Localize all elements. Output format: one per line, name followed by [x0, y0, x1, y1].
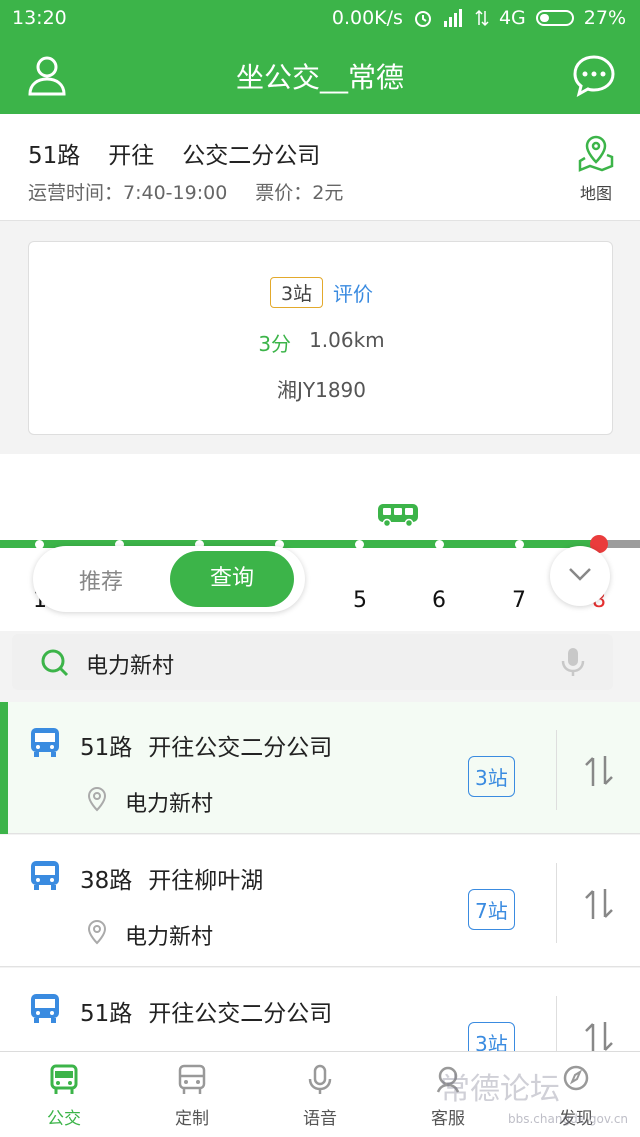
- bus-card-row1: 3站 评价: [29, 277, 614, 308]
- search-icon: [41, 649, 69, 677]
- stops-count-badge: 3站: [468, 756, 515, 797]
- app-bar: 坐公交__常德: [0, 36, 640, 114]
- swap-direction-icon[interactable]: [583, 1020, 615, 1054]
- location-pin-icon: [87, 786, 107, 812]
- list-item[interactable]: 51路 开往公交二分公司 电力新村 3站: [0, 702, 640, 834]
- collapse-button[interactable]: [550, 546, 610, 606]
- bus-card: 3站 评价 3分 1.06km 湘JY1890: [28, 241, 613, 435]
- compass-icon: [563, 1065, 589, 1091]
- nav-label: 定制: [175, 1109, 209, 1129]
- nav-label: 公交: [47, 1109, 81, 1129]
- map-button[interactable]: 地图: [572, 134, 620, 204]
- route-number: 38路: [80, 868, 133, 894]
- page-title: 坐公交__常德: [235, 61, 404, 94]
- eta: 3分: [258, 332, 292, 356]
- rate-link[interactable]: 评价: [333, 278, 373, 307]
- alarm-icon: [414, 11, 431, 27]
- coach-icon: [178, 1064, 206, 1094]
- distance: 1.06km: [309, 328, 385, 352]
- watermark-logo: 常德论坛: [440, 1072, 560, 1107]
- line-meta-row: 运营时间：7:40-19:00 票价：2元: [28, 178, 343, 205]
- route-number: 51路: [80, 735, 133, 761]
- station-number[interactable]: 6: [424, 588, 454, 613]
- search-input[interactable]: 电力新村: [86, 648, 174, 680]
- bus-icon: [31, 861, 59, 890]
- bus-icon: [31, 994, 59, 1023]
- station-dot: [435, 540, 444, 549]
- swap-direction-icon[interactable]: [583, 887, 615, 921]
- stops-away-badge: 3站: [269, 277, 324, 308]
- message-icon[interactable]: [572, 54, 616, 98]
- route-direction: 开往公交二分公司: [148, 735, 333, 761]
- map-label: 地图: [579, 184, 612, 203]
- stop-name: 电力新村: [125, 925, 214, 950]
- station-dot: [35, 540, 44, 549]
- network-type: 4G: [498, 7, 526, 29]
- station-number[interactable]: 7: [504, 588, 534, 613]
- status-right: 0.00K/s 4G 27%: [332, 7, 626, 29]
- divider: [556, 730, 557, 810]
- route-name: 51路 开往公交二分公司: [80, 994, 332, 1028]
- route-number: 51路: [80, 1001, 133, 1027]
- microphone-icon[interactable]: [560, 646, 586, 678]
- battery-icon: [535, 10, 574, 26]
- selected-indicator: [0, 702, 8, 834]
- mode-toggle: 推荐 查询: [33, 546, 305, 612]
- search-bar[interactable]: 电力新村: [12, 634, 613, 690]
- bus-icon: [31, 728, 59, 757]
- bus-position-icon: [378, 504, 418, 528]
- watermark-url: bbs.changde.gov.cn: [508, 1112, 629, 1126]
- data-arrows-icon: [475, 9, 489, 27]
- battery-level: 27%: [583, 7, 626, 29]
- line-destination: 公交二分公司: [182, 143, 321, 169]
- route-direction: 开往公交二分公司: [148, 1001, 333, 1027]
- nav-custom[interactable]: 定制: [128, 1052, 256, 1137]
- stops-count-badge: 7站: [468, 889, 515, 930]
- line-info: 51路 开往 公交二分公司 运营时间：7:40-19:00 票价：2元 地图: [0, 114, 640, 221]
- list-item[interactable]: 38路 开往柳叶湖 电力新村 7站: [0, 835, 640, 967]
- nav-bus[interactable]: 公交: [0, 1052, 128, 1137]
- tab-recommend[interactable]: 推荐: [79, 564, 123, 596]
- map-icon: [578, 135, 614, 172]
- station-dot: [515, 540, 524, 549]
- fare: 票价：2元: [255, 182, 344, 204]
- bus-plate: 湘JY1890: [276, 378, 366, 402]
- stop-name: 电力新村: [125, 792, 214, 817]
- bus-card-row2: 3分 1.06km: [29, 328, 614, 357]
- station-number[interactable]: 5: [345, 588, 375, 613]
- station-dot: [355, 540, 364, 549]
- route-name: 38路 开往柳叶湖: [80, 861, 263, 895]
- status-bar: 13:20 0.00K/s 4G 27%: [0, 0, 640, 36]
- line-direction: 开往: [108, 143, 155, 169]
- tab-query[interactable]: 查询: [170, 551, 294, 607]
- operating-hours: 运营时间：7:40-19:00: [28, 182, 228, 204]
- signal-icon: [443, 9, 462, 27]
- status-time: 13:20: [12, 7, 67, 29]
- route-name: 51路 开往公交二分公司: [80, 728, 332, 762]
- location-pin-icon: [87, 919, 107, 945]
- line-title-row: 51路 开往 公交二分公司: [28, 136, 320, 170]
- chevron-down-icon: [569, 568, 591, 581]
- nav-voice[interactable]: 语音: [256, 1052, 384, 1137]
- microphone-icon: [308, 1064, 332, 1094]
- swap-direction-icon[interactable]: [583, 754, 615, 788]
- route-direction: 开往柳叶湖: [148, 868, 264, 894]
- network-speed: 0.00K/s: [331, 7, 403, 29]
- nav-label: 语音: [303, 1109, 337, 1129]
- bus-nav-icon: [50, 1064, 78, 1094]
- line-number: 51路: [28, 143, 81, 169]
- route-strip[interactable]: 1 2 3 4 5 6 7 8 推荐 查询: [0, 454, 640, 631]
- divider: [556, 863, 557, 943]
